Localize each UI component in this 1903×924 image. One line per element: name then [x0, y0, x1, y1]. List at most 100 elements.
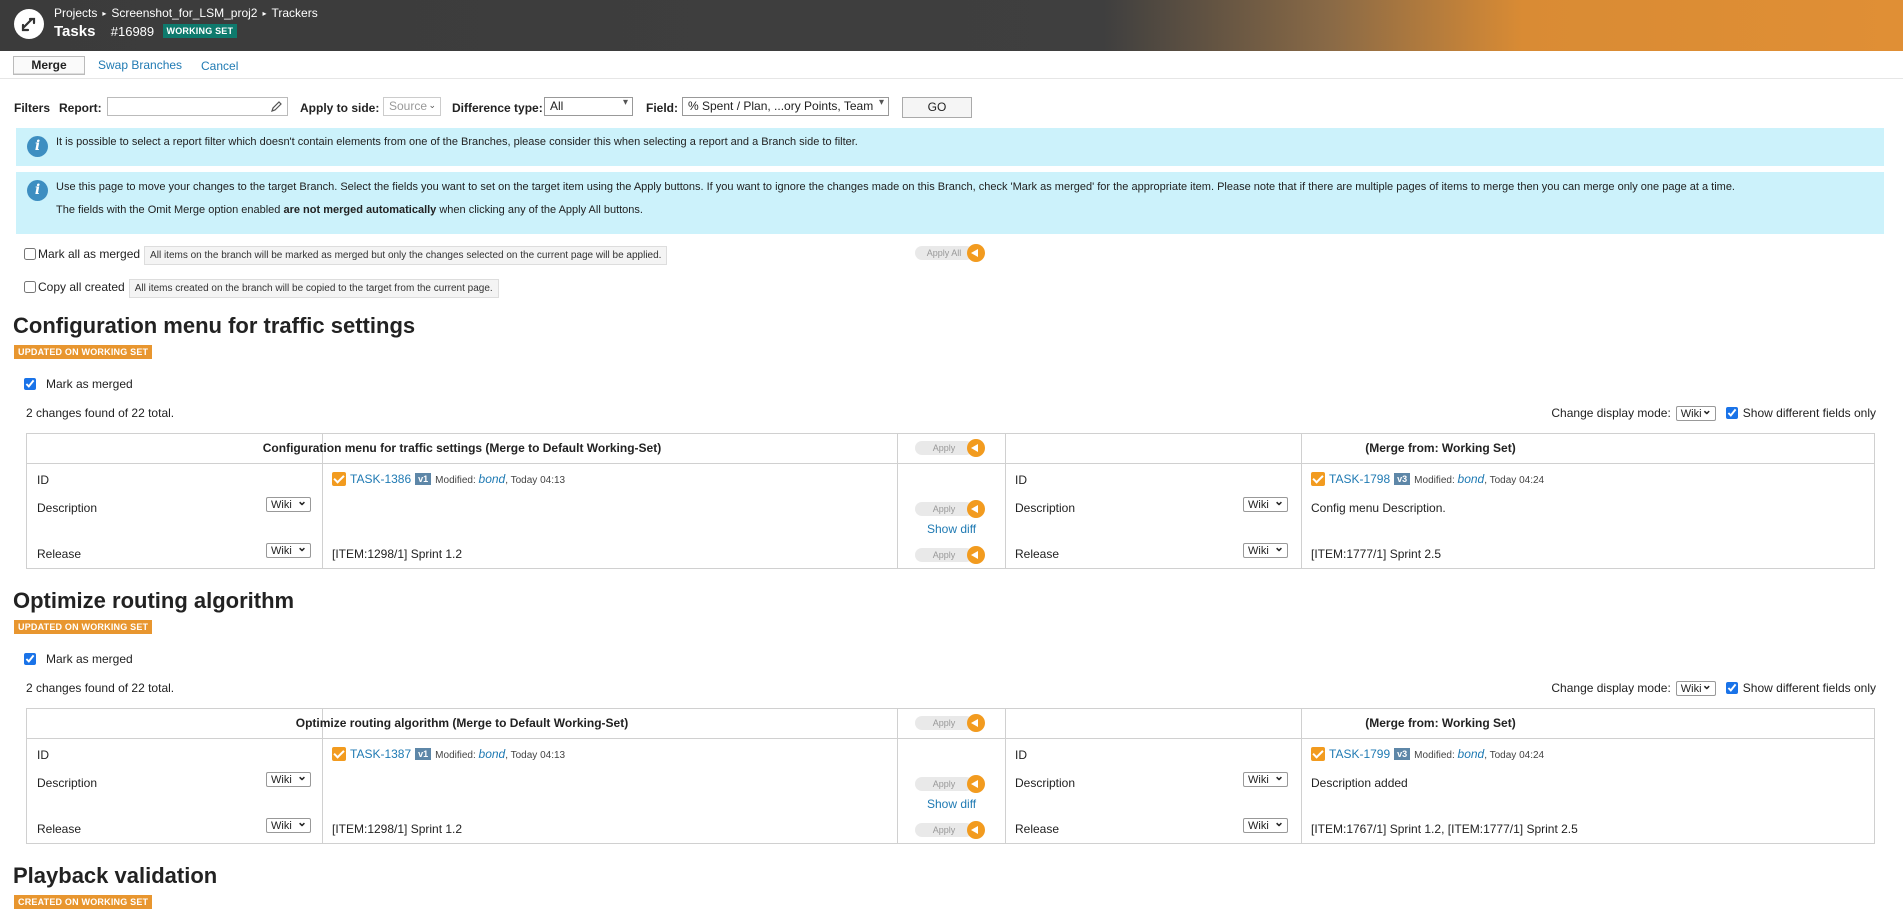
apply-all-fields-button[interactable]: Apply — [915, 439, 985, 457]
task-link[interactable]: TASK-1387 — [350, 747, 411, 761]
show-diff-link[interactable]: Show diff — [927, 522, 976, 536]
field-release-label: Release — [37, 822, 82, 836]
display-mode-select[interactable]: Wiki — [1675, 678, 1716, 697]
filters-bar: Filters Report: Apply to side: Source ⌄ D… — [14, 97, 974, 119]
modified-info: Modified: bond, Today 04:13 — [435, 472, 565, 486]
info-box-usage: i Use this page to move your changes to … — [16, 172, 1884, 234]
report-input[interactable] — [107, 97, 288, 116]
report-label: Report: — [59, 101, 102, 115]
go-button[interactable]: GO — [902, 97, 972, 118]
source-header: (Merge from: Working Set) — [1365, 716, 1516, 730]
merge-table: Configuration menu for traffic settings … — [26, 433, 1875, 569]
show-different-checkbox[interactable] — [1725, 682, 1738, 694]
field-description-label: Description — [37, 776, 98, 790]
release-wiki-select[interactable]: Wiki — [1243, 540, 1288, 558]
apply-side-select[interactable]: Source ⌄ — [383, 97, 441, 116]
info-text-omit: The fields with the Omit Merge option en… — [56, 204, 643, 216]
section-title: Playback validation — [13, 863, 218, 888]
display-mode-select[interactable]: Wiki — [1675, 403, 1716, 422]
difference-type-value: All — [550, 99, 564, 113]
source-description-value: Description added — [1311, 776, 1408, 790]
task-link[interactable]: TASK-1386 — [350, 472, 411, 486]
field-select[interactable]: % Spent / Plan, ...ory Points, Team ▾ — [682, 97, 889, 116]
source-item-ref: TASK-1799 v3 Modified: bond, Today 04:24 — [1311, 747, 1544, 761]
field-release-label: Release — [37, 547, 82, 561]
apply-label: Apply — [915, 823, 973, 837]
app-logo-icon[interactable] — [14, 9, 44, 39]
info-omit-pre: The fields with the Omit Merge option en… — [56, 204, 284, 216]
apply-all-button[interactable]: Apply All — [915, 244, 985, 262]
arrow-left-icon — [967, 775, 985, 793]
mark-all-label: Mark all as merged — [38, 247, 141, 261]
task-link[interactable]: TASK-1798 — [1329, 472, 1390, 486]
breadcrumb-project[interactable]: Screenshot_for_LSM_proj2 — [111, 6, 257, 20]
copy-all-checkbox[interactable] — [24, 281, 36, 293]
breadcrumb-separator-icon: ▸ — [102, 9, 107, 18]
info-text-report: It is possible to select a report filter… — [56, 136, 858, 148]
copy-all-label: Copy all created — [38, 280, 125, 294]
version-badge: v3 — [1394, 473, 1411, 485]
apply-all-label: Apply All — [915, 246, 973, 260]
mark-merged-checkbox[interactable] — [24, 653, 36, 665]
changes-count: 2 changes found of 22 total. — [26, 406, 175, 420]
apply-description-button[interactable]: Apply — [915, 500, 985, 518]
apply-label: Apply — [915, 441, 973, 455]
apply-description-button[interactable]: Apply — [915, 775, 985, 793]
user-link[interactable]: bond — [479, 747, 506, 761]
swap-branches-link[interactable]: Swap Branches — [98, 58, 182, 72]
mark-merged-row: Mark as merged — [24, 377, 133, 391]
source-header: (Merge from: Working Set) — [1365, 441, 1516, 455]
info-box-report: i It is possible to select a report filt… — [16, 128, 1884, 166]
apply-label: Apply — [915, 548, 973, 562]
apply-release-button[interactable]: Apply — [915, 546, 985, 564]
modified-time: , Today 04:24 — [1484, 750, 1545, 761]
chevron-down-icon: ⌄ — [428, 100, 436, 110]
mark-all-checkbox[interactable] — [24, 248, 36, 260]
modified-time: , Today 04:24 — [1484, 475, 1545, 486]
target-item-ref: TASK-1386 v1 Modified: bond, Today 04:13 — [332, 472, 565, 486]
breadcrumb-trackers[interactable]: Trackers — [271, 6, 317, 20]
release-wiki-select[interactable]: Wiki — [1243, 815, 1288, 833]
target-item-ref: TASK-1387 v1 Modified: bond, Today 04:13 — [332, 747, 565, 761]
show-diff-link[interactable]: Show diff — [927, 797, 976, 811]
description-wiki-select[interactable]: Wiki — [266, 769, 311, 787]
info-omit-post: when clicking any of the Apply All butto… — [436, 204, 643, 216]
apply-all-fields-button[interactable]: Apply — [915, 714, 985, 732]
breadcrumb-projects[interactable]: Projects — [54, 6, 97, 20]
apply-release-button[interactable]: Apply — [915, 821, 985, 839]
user-link[interactable]: bond — [479, 472, 506, 486]
user-link[interactable]: bond — [1458, 747, 1485, 761]
difference-type-select[interactable]: All ▾ — [544, 97, 633, 116]
check-icon — [332, 747, 346, 761]
pencil-icon[interactable] — [271, 101, 282, 112]
caret-down-icon: ▾ — [622, 97, 628, 108]
section-title: Configuration menu for traffic settings — [13, 313, 416, 338]
target-release-value: [ITEM:1298/1] Sprint 1.2 — [332, 822, 463, 836]
merge-button[interactable]: Merge — [13, 56, 85, 75]
modified-label: Modified: — [1414, 750, 1455, 761]
merge-table: Optimize routing algorithm (Merge to Def… — [26, 708, 1875, 844]
version-badge: v1 — [415, 473, 432, 485]
breadcrumb-separator-icon: ▸ — [262, 9, 267, 18]
show-different-label: Show different fields only — [1742, 681, 1876, 695]
cancel-link[interactable]: Cancel — [201, 59, 238, 73]
field-release-label: Release — [1015, 547, 1060, 561]
field-description-label: Description — [37, 501, 98, 515]
breadcrumb: Projects ▸ Screenshot_for_LSM_proj2 ▸ Tracke… — [54, 6, 318, 20]
description-wiki-select[interactable]: Wiki — [1243, 494, 1288, 512]
description-wiki-select[interactable]: Wiki — [266, 494, 311, 512]
difference-type-label: Difference type: — [452, 101, 543, 115]
page-title[interactable]: Tasks — [54, 23, 95, 40]
release-wiki-select[interactable]: Wiki — [266, 815, 311, 833]
release-wiki-select[interactable]: Wiki — [266, 540, 311, 558]
filters-label: Filters — [14, 101, 51, 115]
version-badge: v3 — [1394, 748, 1411, 760]
tracker-id: #16989 — [110, 24, 155, 39]
user-link[interactable]: bond — [1458, 472, 1485, 486]
description-wiki-select[interactable]: Wiki — [1243, 769, 1288, 787]
top-header: Projects ▸ Screenshot_for_LSM_proj2 ▸ Tracke… — [0, 0, 1903, 51]
mark-merged-checkbox[interactable] — [24, 378, 36, 390]
task-link[interactable]: TASK-1799 — [1329, 747, 1390, 761]
show-different-checkbox[interactable] — [1725, 407, 1738, 419]
check-icon — [1311, 472, 1325, 486]
